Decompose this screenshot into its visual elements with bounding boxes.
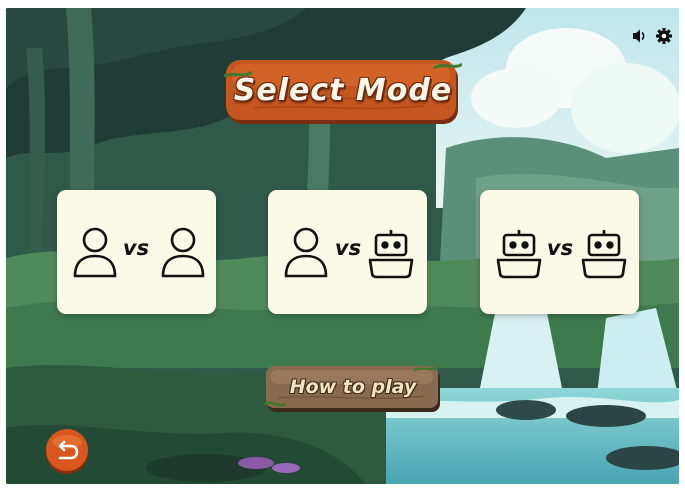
mode-card-computer-vs-computer[interactable]: vs bbox=[480, 190, 639, 314]
gear-icon bbox=[656, 28, 672, 44]
robot-icon bbox=[496, 230, 542, 279]
how-to-play-button[interactable]: How to play bbox=[264, 364, 442, 414]
page-title: Select Mode bbox=[233, 73, 453, 108]
sound-button[interactable] bbox=[630, 26, 650, 46]
robot-icon bbox=[581, 230, 627, 279]
title-sign: Select Mode bbox=[224, 58, 462, 128]
vs-label: vs bbox=[546, 236, 574, 260]
settings-button[interactable] bbox=[654, 26, 674, 46]
vs-label: vs bbox=[334, 236, 362, 260]
speaker-icon bbox=[633, 29, 645, 43]
game-screen: Select Mode vs vs vs How to play bbox=[6, 8, 679, 484]
back-button[interactable] bbox=[44, 428, 90, 474]
robot-icon bbox=[368, 230, 414, 279]
mode-card-player-vs-player[interactable]: vs bbox=[57, 190, 216, 314]
vs-label: vs bbox=[122, 236, 150, 260]
mode-card-player-vs-computer[interactable]: vs bbox=[268, 190, 427, 314]
back-arrow-icon bbox=[46, 429, 88, 474]
person-icon bbox=[284, 227, 328, 278]
person-icon bbox=[161, 227, 205, 278]
person-icon bbox=[73, 227, 117, 278]
how-to-play-label: How to play bbox=[289, 376, 417, 398]
